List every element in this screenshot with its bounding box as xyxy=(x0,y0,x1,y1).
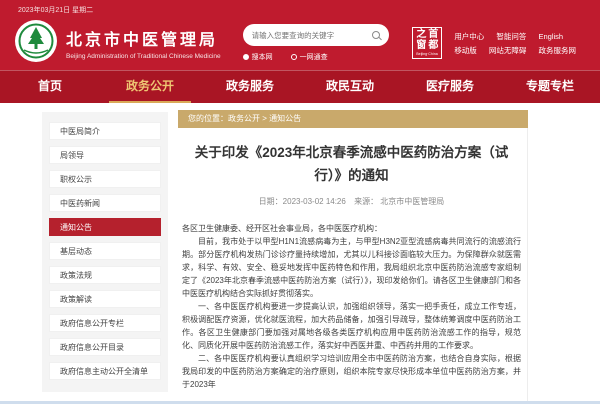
search-scope-site[interactable]: 搜本网 xyxy=(243,52,273,62)
search-area: 搜本网 一网通查 xyxy=(243,24,389,62)
site-title-english: Beijing Administration of Traditional Ch… xyxy=(66,53,221,60)
sidebar-item-grassroots[interactable]: 基层动态 xyxy=(49,242,161,260)
sidebar-item-notices[interactable]: 通知公告 xyxy=(49,218,161,236)
breadcrumb[interactable]: 您的位置：政务公开 > 通知公告 xyxy=(178,110,528,128)
topbar-date: 2023年03月21日 星期二 xyxy=(0,0,600,18)
link-smart-qa[interactable]: 智能问答 xyxy=(496,32,526,41)
article-title: 关于印发《2023年北京春季流感中医药防治方案（试行）》的通知 xyxy=(194,141,509,187)
search-box[interactable] xyxy=(243,24,389,46)
nav-gov-disclosure[interactable]: 政务公开 xyxy=(100,71,200,103)
radio-unselected-icon[interactable] xyxy=(291,54,297,60)
article-body: 各区卫生健康委、经开区社会事业局，各中医医疗机构： 目前，我市处于以甲型H1N1… xyxy=(182,222,521,391)
sidebar-item-tcm-news[interactable]: 中医药新闻 xyxy=(49,194,161,212)
nav-special-topics[interactable]: 专题专栏 xyxy=(500,71,600,103)
link-gov-service[interactable]: 政务服务网 xyxy=(539,46,577,55)
sidebar-item-intro[interactable]: 中医局简介 xyxy=(49,122,161,140)
nav-home[interactable]: 首页 xyxy=(0,71,100,103)
agency-logo-icon xyxy=(14,19,58,68)
article-paragraph: 一、各中医医疗机构要进一步提高认识，加强组织领导，落实一把手责任，成立工作专班，… xyxy=(182,300,521,352)
radio-selected-icon[interactable] xyxy=(243,54,249,60)
sidebar-item-policy-interpretation[interactable]: 政策解读 xyxy=(49,290,161,308)
sidebar-item-info-disclosure-column[interactable]: 政府信息公开专栏 xyxy=(49,314,161,332)
sidebar-item-authority[interactable]: 职权公示 xyxy=(49,170,161,188)
sidebar-item-info-disclosure-list[interactable]: 政府信息主动公开全清单 xyxy=(49,362,161,380)
sidebar-item-info-disclosure-catalog[interactable]: 政府信息公开目录 xyxy=(49,338,161,356)
site-title: 北京市中医管理局 xyxy=(66,26,221,50)
link-mobile[interactable]: 移动版 xyxy=(454,46,477,55)
site-header: 2023年03月21日 星期二 北京市中医管理局 Beijing Adminis… xyxy=(0,0,600,103)
article-source: 来源： 北京市中医管理局 xyxy=(354,197,444,206)
article-date: 日期：2023-03-02 14:26 xyxy=(259,197,346,206)
nav-public-interaction[interactable]: 政民互动 xyxy=(300,71,400,103)
article-paragraph: 各区卫生健康委、经开区社会事业局，各中医医疗机构： xyxy=(182,222,521,235)
main-nav: 首页 政务公开 政务服务 政民互动 医疗服务 专题专栏 xyxy=(0,70,600,103)
nav-medical-services[interactable]: 医疗服务 xyxy=(400,71,500,103)
capital-window-seal-icon[interactable]: 之 首 窗 都 Beijing·China xyxy=(412,27,442,59)
site-brand: 北京市中医管理局 Beijing Administration of Tradi… xyxy=(66,26,221,60)
header-links: 用户中心 智能问答 English 移动版 网站无障碍 政务服务网 xyxy=(454,28,586,59)
sidebar-menu: 中医局简介 局领导 职权公示 中医药新闻 通知公告 基层动态 政策法规 政策解读… xyxy=(42,112,168,392)
link-english[interactable]: English xyxy=(539,32,564,41)
article-paragraph: 二、各中医医疗机构要认真组织学习培训应用全市中医药防治方案，也结合自身实际，根据… xyxy=(182,352,521,391)
search-scope-network[interactable]: 一网通查 xyxy=(291,52,328,62)
link-user-center[interactable]: 用户中心 xyxy=(454,32,484,41)
article-meta: 日期：2023-03-02 14:26 来源： 北京市中医管理局 xyxy=(182,196,521,207)
article-paragraph: 目前，我市处于以甲型H1N1流感病毒为主，与甲型H3N2亚型流感病毒共同流行的流… xyxy=(182,235,521,300)
search-input[interactable] xyxy=(252,31,372,40)
nav-gov-services[interactable]: 政务服务 xyxy=(200,71,300,103)
search-icon[interactable] xyxy=(372,31,380,39)
sidebar-item-policies[interactable]: 政策法规 xyxy=(49,266,161,284)
link-accessibility[interactable]: 网站无障碍 xyxy=(489,46,527,55)
sidebar-item-leaders[interactable]: 局领导 xyxy=(49,146,161,164)
article-panel: 您的位置：政务公开 > 通知公告 关于印发《2023年北京春季流感中医药防治方案… xyxy=(178,110,528,404)
